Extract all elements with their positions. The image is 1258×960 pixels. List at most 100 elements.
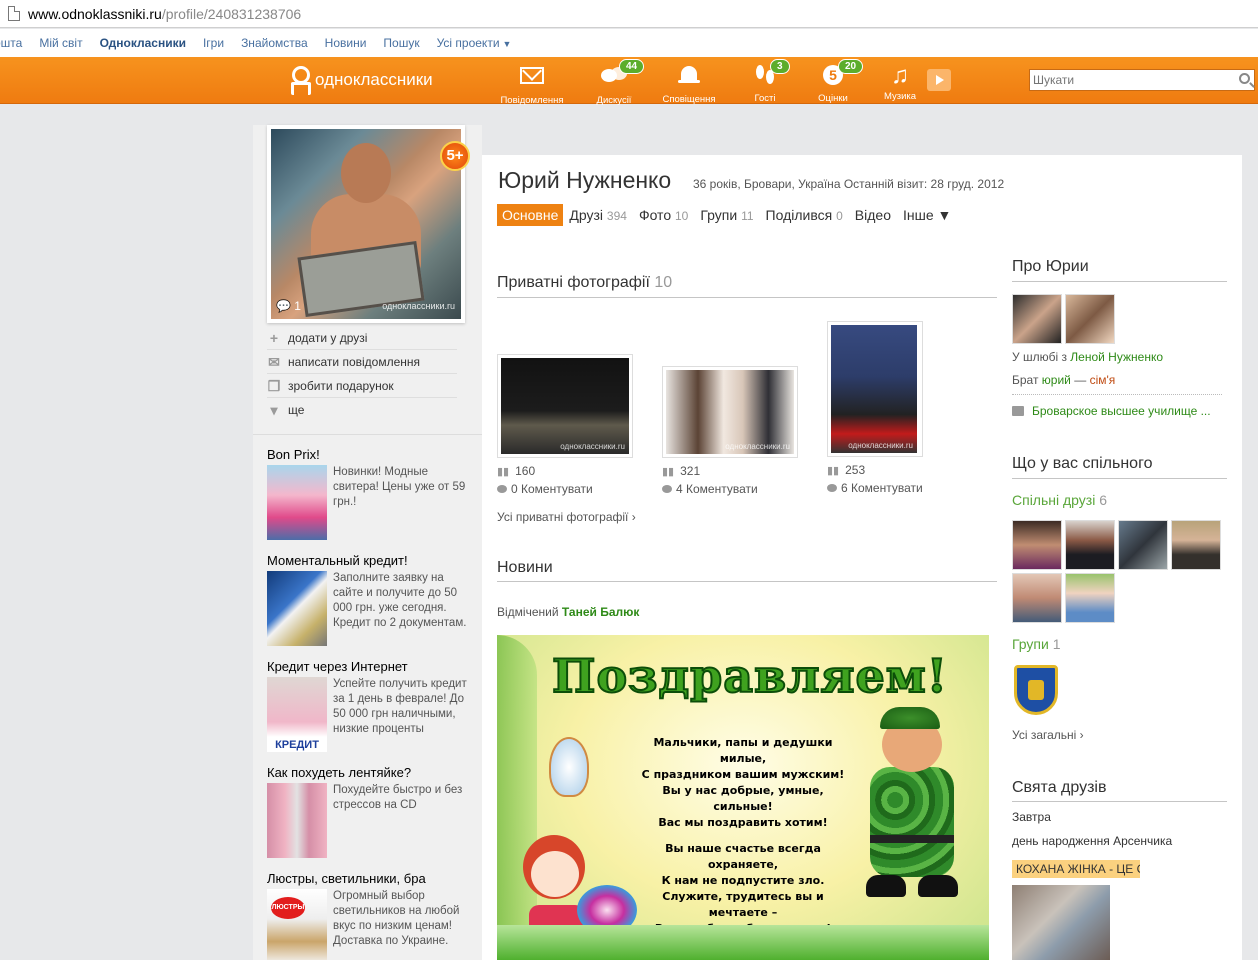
discussions-badge: 44 [619,59,645,74]
photo-comment-count[interactable]: 💬 1 [276,299,301,313]
five-plus-badge[interactable]: 5+ [440,141,470,171]
ad-item[interactable]: Кредит через Интернет КРЕДИТ Успейте пол… [267,657,475,763]
private-photo-3[interactable]: одноклассники.ru ▮▮ 253 6 Коментувати [827,321,923,495]
card-poem-line: Служите, трудитесь вы и мечтаете – [662,890,824,919]
nav-guests[interactable]: 3 Гості [730,59,800,104]
toplink-search[interactable]: Пошук [383,36,419,50]
profile-photo[interactable]: 💬 1 одноклассники.ru [267,125,465,323]
toplink-news[interactable]: Новини [325,36,367,50]
nav-ratings[interactable]: 5 20 Оцінки [798,59,868,104]
toplink-my-world[interactable]: Мій світ [39,36,82,50]
ad-text[interactable]: Успейте получить кредит за 1 день в февр… [333,677,475,752]
tab-friends[interactable]: Друзі 394 [569,207,627,223]
all-private-photos-link[interactable]: Усі приватні фотографії › [497,510,636,524]
common-friend-photo[interactable] [1118,520,1168,570]
common-friends-link[interactable]: Спільні друзі 6 [1012,492,1107,508]
nav-notifications[interactable]: Сповіщення [654,61,724,105]
photo-thumbnail[interactable]: одноклассники.ru [831,325,917,453]
photo-thumbnail[interactable]: одноклассники.ru [666,370,794,454]
ad-item[interactable]: Люстры, светильники, бра ЛЮСТРЫ Огромный… [267,869,475,960]
site-logo[interactable]: одноклассники [288,66,433,94]
ad-title[interactable]: Кредит через Интернет [267,657,475,677]
tab-photos[interactable]: Фото 10 [639,207,688,223]
send-message-action[interactable]: ✉ написати повідомлення [267,350,457,374]
nav-music[interactable]: ♫ Музика [865,61,935,103]
tab-groups[interactable]: Групи 11 [700,207,753,223]
soldier-boot [918,875,958,897]
tab-video[interactable]: Відео [855,207,891,223]
ad-image[interactable] [267,571,327,646]
ad-text[interactable]: Новинки! Модные свитера! Цены уже от 59 … [333,465,475,540]
toplink-dating[interactable]: Знайомства [241,36,308,50]
ad-item[interactable]: Моментальный кредит! Заполните заявку на… [267,551,475,657]
ad-text[interactable]: Заполните заявку на сайте и получите до … [333,571,475,646]
guests-badge: 3 [770,59,790,74]
ad-text[interactable]: Огромный выбор светильников на любой вку… [333,889,475,960]
profile-photo-image[interactable]: 💬 1 одноклассники.ru [271,129,461,319]
search-input[interactable] [1030,70,1226,90]
gift-icon: ❒ [267,377,281,394]
chevron-down-icon: ▼ [502,39,512,49]
card-poem-line: С праздником вашим мужским! [641,768,845,781]
private-photo-2[interactable]: одноклассники.ru ▮▮ 321 4 Коментувати [662,366,798,496]
photo-thumbnail[interactable]: одноклассники.ru [501,358,629,454]
group-coat-of-arms[interactable] [1012,662,1060,718]
photo-comments-link[interactable]: 4 Коментувати [662,482,798,496]
section-divider [1012,801,1227,802]
holiday-promo-image[interactable] [1012,885,1110,960]
private-photo-1[interactable]: одноклассники.ru ▮▮ 160 0 Коментувати [497,354,633,496]
family-link[interactable]: сім'я [1090,373,1116,387]
ad-item[interactable]: Как похудеть лентяйке? Похудейте быстро … [267,763,475,869]
photo-watermark: одноклассники.ru [725,442,790,451]
toplink-games[interactable]: Ігри [203,36,224,50]
common-friend-photo[interactable] [1065,573,1115,623]
common-friend-photo[interactable] [1065,520,1115,570]
ad-title[interactable]: Люстры, светильники, бра [267,869,475,889]
add-friend-action[interactable]: + додати у друзі [267,326,457,350]
photo-frame[interactable]: одноклассники.ru [497,354,633,458]
ad-image[interactable] [267,783,327,858]
news-greeting-card[interactable]: Поздравляем! Мальчики, папы и дедушки ми… [497,635,989,960]
give-gift-action[interactable]: ❒ зробити подарунок [267,374,457,398]
ad-text[interactable]: Похудейте быстро и без стрессов на CD [333,783,475,858]
ad-title[interactable]: Моментальный кредит! [267,551,475,571]
more-action[interactable]: ▾ ще [267,398,457,422]
toplink-odnoklassniki[interactable]: Однокласники [100,36,186,50]
tab-shared[interactable]: Поділився 0 [766,207,843,223]
ad-title[interactable]: Как похудеть лентяйке? [267,763,475,783]
photo-frame[interactable]: одноклассники.ru [662,366,798,458]
all-common-link[interactable]: Усі загальні › [1012,728,1084,742]
card-bottom-decoration [497,925,989,960]
spouse-link[interactable]: Леной Нужненко [1070,350,1163,364]
play-icon[interactable] [927,69,951,91]
nav-discussions[interactable]: 44 Дискусії [579,59,649,106]
toplink-mail[interactable]: ошта [0,36,22,50]
photo-comments-link[interactable]: 6 Коментувати [827,481,923,495]
toplink-all-projects[interactable]: Усі проекти ▼ [437,36,512,50]
ad-image[interactable] [267,465,327,540]
tab-more[interactable]: Інше ▼ [903,207,951,223]
nav-messages[interactable]: Повідомлення [497,61,567,106]
common-friend-photo[interactable] [1171,520,1221,570]
holiday-event[interactable]: день народження Арсенчика [1012,834,1172,848]
browser-url-bar[interactable]: www.odnoklassniki.ru /profile/2408312387… [0,0,1258,28]
common-groups-link[interactable]: Групи 1 [1012,636,1061,652]
ad-image[interactable]: ЛЮСТРЫ [267,889,327,960]
tab-main[interactable]: Основне [497,204,564,226]
ad-title[interactable]: Bon Prix! [267,445,475,465]
common-friend-photo[interactable] [1012,520,1062,570]
relative-photo[interactable] [1065,294,1115,344]
holiday-promo-label[interactable]: КОХАНА ЖІНКА - ЦЕ С [1012,860,1140,878]
school-link[interactable]: Броварское высшее училище ... [1012,404,1211,418]
ad-image[interactable]: КРЕДИТ [267,677,327,752]
card-headline: Поздравляем! [551,648,948,704]
ad-item[interactable]: Bon Prix! Новинки! Модные свитера! Цены … [267,445,475,551]
news-tagged-name[interactable]: Таней Балюк [562,605,640,619]
relative-photo[interactable] [1012,294,1062,344]
common-friend-photo[interactable] [1012,573,1062,623]
page-icon [8,6,20,21]
search-icon[interactable] [1239,73,1250,84]
photo-frame[interactable]: одноклассники.ru [827,321,923,457]
photo-comments-link[interactable]: 0 Коментувати [497,482,633,496]
brother-link[interactable]: юрий [1042,373,1071,387]
